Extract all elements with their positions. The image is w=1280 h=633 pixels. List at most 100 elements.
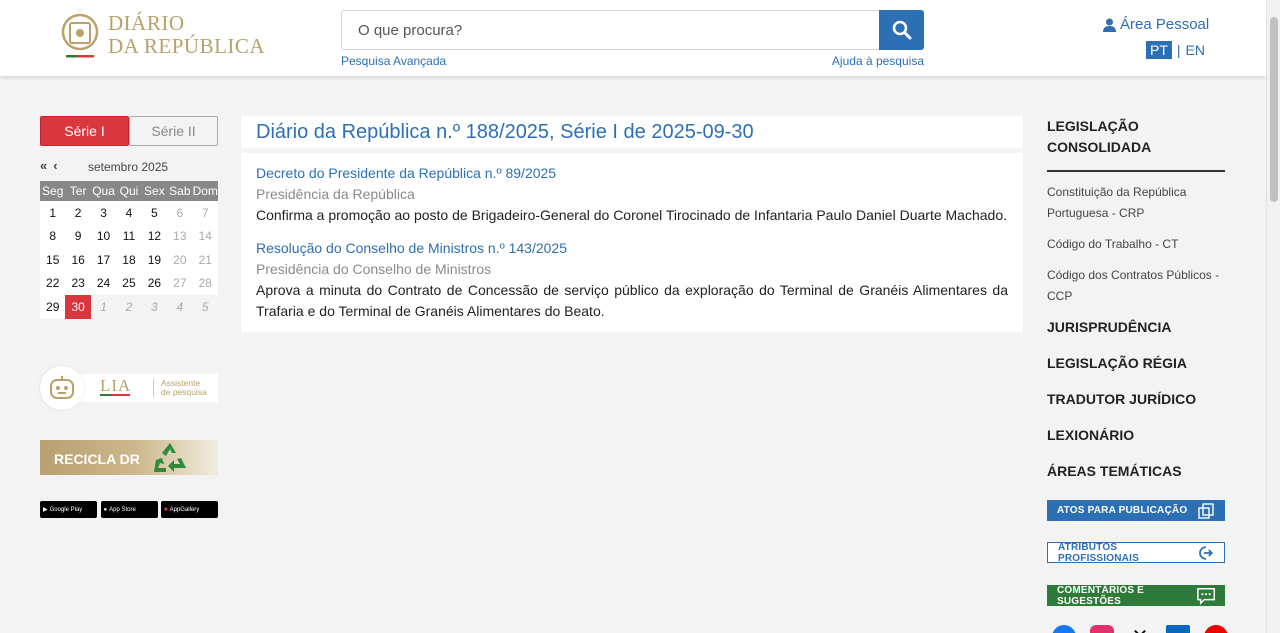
calendar-day[interactable]: 11 bbox=[116, 224, 142, 248]
calendar-day: 1 bbox=[90, 295, 117, 319]
calendar-day[interactable]: 23 bbox=[65, 271, 91, 295]
act-summary: Aprova a minuta do Contrato de Concessão… bbox=[256, 282, 1008, 319]
recicla-dr-banner[interactable]: RECICLA DR bbox=[40, 440, 218, 475]
search-help-link[interactable]: Ajuda à pesquisa bbox=[832, 54, 924, 68]
calendar-day: 5 bbox=[192, 295, 218, 319]
republic-emblem-icon bbox=[61, 13, 99, 58]
section-areas-tematicas[interactable]: ÁREAS TEMÁTICAS bbox=[1047, 461, 1225, 497]
comentarios-sugestoes-button[interactable]: COMENTÁRIOS E SUGESTÕES bbox=[1047, 584, 1225, 607]
issue-acts-list: Decreto do Presidente da República n.º 8… bbox=[241, 153, 1023, 332]
calendar-day[interactable]: 24 bbox=[90, 271, 117, 295]
calendar-day[interactable]: 9 bbox=[65, 224, 91, 248]
calendar-day[interactable]: 19 bbox=[141, 248, 168, 272]
lia-subtitle-2: de pesquisa bbox=[161, 387, 207, 397]
personal-area-label: Área Pessoal bbox=[1120, 16, 1210, 33]
act-title-link[interactable]: Resolução do Conselho de Ministros n.º 1… bbox=[256, 238, 1008, 259]
calendar-day[interactable]: 1 bbox=[40, 201, 66, 225]
app-store-badge[interactable]: ● App Store bbox=[100, 501, 158, 518]
appgallery-badge[interactable]: ■ AppGallery bbox=[161, 501, 218, 518]
issue-title-box: Diário da República n.º 188/2025, Série … bbox=[241, 116, 1023, 148]
google-play-badge[interactable]: ▶ Google Play bbox=[40, 501, 97, 518]
lang-pt[interactable]: PT bbox=[1146, 41, 1172, 59]
atos-publicacao-button[interactable]: ATOS PARA PUBLICAÇÃO bbox=[1047, 500, 1225, 521]
calendar-day[interactable]: 22 bbox=[40, 271, 66, 295]
weekday-header: Qui bbox=[116, 181, 142, 201]
tab-serie-1[interactable]: Série I bbox=[40, 116, 129, 146]
x-icon[interactable]: ✕ bbox=[1128, 625, 1152, 633]
section-jurisprudencia[interactable]: JURISPRUDÊNCIA bbox=[1047, 317, 1225, 353]
appgallery-label: AppGallery bbox=[169, 506, 200, 513]
search-input[interactable] bbox=[341, 10, 879, 50]
lang-separator: | bbox=[1176, 42, 1181, 58]
calendar-day[interactable]: 18 bbox=[116, 248, 142, 272]
weekday-header: Sex bbox=[141, 181, 168, 201]
section-legislacao-regia[interactable]: LEGISLAÇÃO RÉGIA bbox=[1047, 353, 1225, 389]
prev-year-icon[interactable]: « bbox=[40, 158, 47, 173]
advanced-search-link[interactable]: Pesquisa Avançada bbox=[341, 54, 446, 68]
calendar-day[interactable]: 8 bbox=[40, 224, 66, 248]
calendar: Seg Ter Qua Qui Sex Sab Dom 1 2 3 4 5 6 7 8 9 10 11 12 13 1… bbox=[40, 181, 218, 319]
link-ct[interactable]: Código do Trabalho - CT bbox=[1047, 234, 1225, 255]
act-title-link[interactable]: Decreto do Presidente da República n.º 8… bbox=[256, 163, 1008, 184]
calendar-week: 29 30 1 2 3 4 5 bbox=[40, 295, 218, 319]
calendar-day: 4 bbox=[167, 295, 193, 319]
prev-month-icon[interactable]: ‹ bbox=[53, 158, 57, 173]
right-sidebar: LEGISLAÇÃO CONSOLIDADA Constituição da R… bbox=[1047, 116, 1225, 497]
calendar-day: 2 bbox=[116, 295, 142, 319]
app-store-label: App Store bbox=[109, 506, 136, 513]
huawei-icon: ■ bbox=[164, 506, 168, 513]
calendar-day: 20 bbox=[167, 248, 193, 272]
lia-name: LIA bbox=[100, 376, 132, 395]
facebook-icon[interactable] bbox=[1052, 625, 1076, 633]
calendar-day[interactable]: 5 bbox=[141, 201, 168, 225]
page-scrollbar[interactable] bbox=[1266, 0, 1280, 633]
calendar-day[interactable]: 17 bbox=[90, 248, 117, 272]
calendar-day[interactable]: 29 bbox=[40, 295, 66, 319]
calendar-day[interactable]: 15 bbox=[40, 248, 66, 272]
tab-serie-2[interactable]: Série II bbox=[129, 116, 218, 146]
link-ccp[interactable]: Código dos Contratos Públicos - CCP bbox=[1047, 265, 1225, 307]
documents-icon bbox=[1198, 502, 1214, 519]
calendar-day[interactable]: 12 bbox=[141, 224, 168, 248]
link-crp[interactable]: Constituição da República Portuguesa - C… bbox=[1047, 182, 1225, 224]
calendar-day[interactable]: 16 bbox=[65, 248, 91, 272]
calendar-nav: « ‹ setembro 2025 bbox=[40, 158, 218, 176]
calendar-week: 8 9 10 11 12 13 14 bbox=[40, 224, 218, 248]
linkedin-icon[interactable] bbox=[1166, 625, 1190, 633]
calendar-day[interactable]: 4 bbox=[116, 201, 142, 225]
instagram-icon[interactable] bbox=[1090, 625, 1114, 633]
series-tabs: Série I Série II bbox=[40, 116, 218, 146]
app-store-badges: ▶ Google Play ● App Store ■ AppGallery bbox=[40, 501, 218, 518]
calendar-day: 28 bbox=[192, 271, 218, 295]
lia-assistant-banner[interactable]: LIA Assistente de pesquisa bbox=[40, 366, 218, 412]
calendar-day[interactable]: 2 bbox=[65, 201, 91, 225]
apple-icon: ● bbox=[103, 506, 108, 513]
youtube-icon[interactable] bbox=[1204, 625, 1228, 633]
calendar-day[interactable]: 25 bbox=[116, 271, 142, 295]
calendar-day[interactable]: 10 bbox=[90, 224, 117, 248]
calendar-day: 21 bbox=[192, 248, 218, 272]
list-item: Resolução do Conselho de Ministros n.º 1… bbox=[256, 238, 1008, 322]
section-tradutor-juridico[interactable]: TRADUTOR JURÍDICO bbox=[1047, 389, 1225, 425]
calendar-day: 13 bbox=[167, 224, 193, 248]
consolidated-legislation-title[interactable]: LEGISLAÇÃO CONSOLIDADA bbox=[1047, 116, 1225, 172]
comentarios-label: COMENTÁRIOS E SUGESTÕES bbox=[1057, 584, 1145, 607]
lia-flag-stripe bbox=[100, 394, 130, 396]
weekday-header: Qua bbox=[90, 181, 117, 201]
atributos-profissionais-button[interactable]: ATRIBUTOS PROFISSIONAIS bbox=[1047, 542, 1225, 564]
lang-en[interactable]: EN bbox=[1186, 42, 1205, 58]
calendar-day-selected[interactable]: 30 bbox=[65, 295, 91, 319]
section-lexionario[interactable]: LEXIONÁRIO bbox=[1047, 425, 1225, 461]
calendar-week: 1234567 bbox=[40, 201, 218, 225]
logo-text: DIÁRIO DA REPÚBLICA bbox=[108, 12, 265, 58]
site-logo[interactable]: DIÁRIO DA REPÚBLICA bbox=[60, 12, 265, 58]
scrollbar-thumb[interactable] bbox=[1270, 17, 1278, 202]
issue-title: Diário da República n.º 188/2025, Série … bbox=[256, 121, 754, 143]
login-arrow-icon bbox=[1199, 545, 1214, 560]
calendar-week: 15 16 17 18 19 20 21 bbox=[40, 248, 218, 272]
personal-area-link[interactable]: Área Pessoal bbox=[1103, 16, 1209, 33]
calendar-day[interactable]: 26 bbox=[141, 271, 168, 295]
search-button[interactable] bbox=[879, 10, 924, 50]
weekday-header: Dom bbox=[192, 181, 218, 201]
calendar-day[interactable]: 3 bbox=[90, 201, 117, 225]
